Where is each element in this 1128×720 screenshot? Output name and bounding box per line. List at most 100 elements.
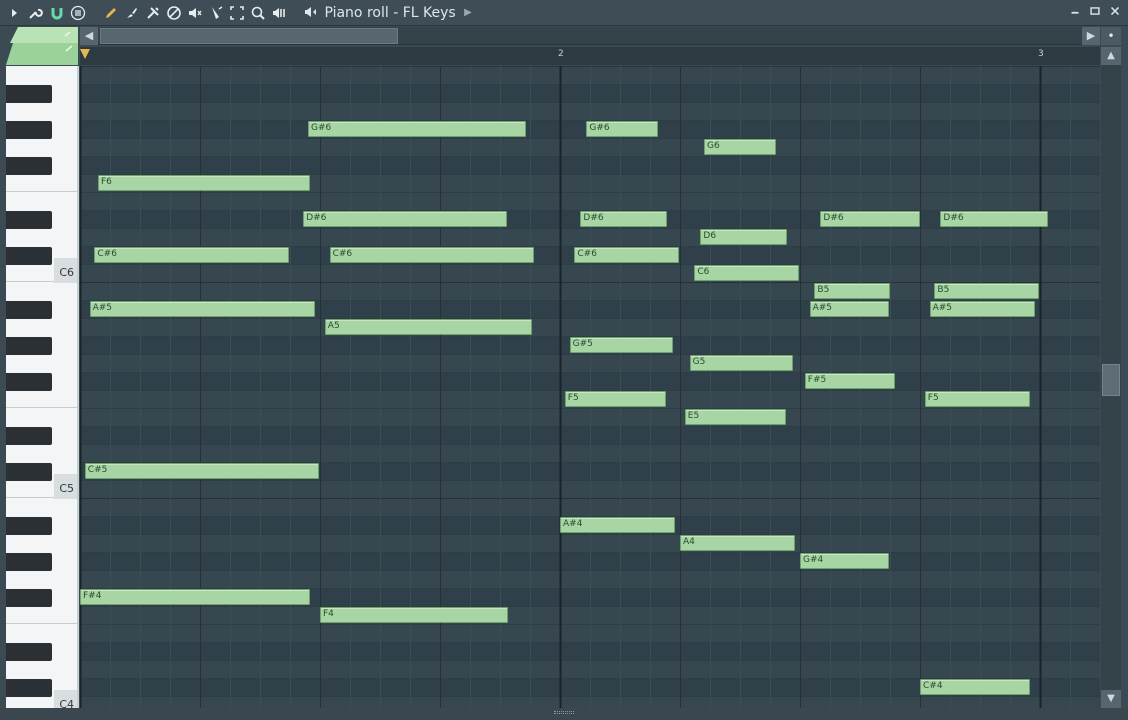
window-right-edge [1122,27,1128,708]
speaker-icon[interactable] [302,4,320,25]
playback-icon[interactable] [270,4,288,22]
horizontal-scrollbar[interactable]: ◀ ▶ [80,27,1100,45]
bottom-resize-bar[interactable] [0,708,1128,720]
note[interactable]: G#6 [586,121,659,137]
vertical-scrollbar[interactable]: ▲ ▼ [1101,47,1121,708]
black-key[interactable] [6,121,52,139]
black-key[interactable] [6,157,52,175]
black-key[interactable] [6,301,52,319]
note[interactable]: D#6 [303,211,508,227]
wrench-icon[interactable] [26,4,44,22]
note-label: G#4 [803,555,824,565]
options-dot-button[interactable]: • [1101,27,1121,45]
black-key[interactable] [6,589,52,607]
play-menu-arrow-icon[interactable] [6,4,24,22]
scroll-down-arrow-icon[interactable]: ▼ [1101,690,1121,708]
note-label: E5 [687,411,700,421]
note[interactable]: F#5 [804,373,895,389]
black-key[interactable] [6,517,52,535]
note[interactable]: A#5 [809,301,889,317]
note-label: C#6 [332,249,353,259]
note[interactable]: F4 [320,607,509,623]
menu-lines-icon[interactable] [69,4,87,22]
octave-label: C5 [59,482,74,495]
note[interactable]: G6 [704,139,776,155]
note[interactable]: D#6 [580,211,667,227]
note[interactable]: G#5 [569,337,673,353]
mute-tool-icon[interactable] [165,4,183,22]
bar-number-3: 3 [1038,49,1044,59]
note[interactable]: B5 [934,283,1039,299]
note[interactable]: C#6 [574,247,679,263]
note[interactable]: F#4 [80,589,311,605]
magnet-icon[interactable] [48,4,66,22]
note-label: A#5 [932,303,953,313]
timeline-ruler[interactable]: 2 3 [80,47,1100,65]
note-label: C6 [697,267,710,277]
note[interactable]: C6 [694,265,799,281]
black-key[interactable] [6,247,52,265]
note[interactable]: D#6 [820,211,920,227]
note[interactable]: F5 [924,391,1031,407]
note-label: F5 [567,393,579,403]
scroll-left-arrow-icon[interactable]: ◀ [80,27,98,45]
piano-roll-corner-logo[interactable] [6,27,78,65]
note[interactable]: C#6 [94,247,289,263]
note-label: C#5 [87,465,108,475]
key-separator [6,623,77,624]
black-key[interactable] [6,337,52,355]
note-label: G5 [692,357,706,367]
note[interactable]: F6 [98,175,311,191]
note[interactable]: B5 [814,283,890,299]
window-title[interactable]: Piano roll - FL Keys ▶ [302,4,472,22]
black-key[interactable] [6,211,52,229]
note[interactable]: G#6 [308,121,527,137]
note-label: D6 [703,231,717,241]
select-tool-icon[interactable] [228,4,246,22]
resize-grip-icon[interactable] [554,711,574,714]
maximize-button[interactable] [1086,4,1104,22]
note-grid[interactable]: G#6 G#6 G6 F6 D#6 D#6 D#6 D#6 D6 C#6 C#6 C#6 C6 B5 B5 A… [80,66,1100,708]
close-button[interactable] [1106,4,1124,22]
black-key[interactable] [6,643,52,661]
black-key[interactable] [6,85,52,103]
scroll-right-arrow-icon[interactable]: ▶ [1082,27,1100,45]
note[interactable]: A#5 [929,301,1036,317]
note[interactable]: G5 [689,355,793,371]
note-label: A4 [683,537,695,547]
note-label: C#6 [577,249,597,259]
note[interactable]: A5 [324,319,533,335]
note[interactable]: A#5 [89,301,316,317]
black-key[interactable] [6,553,52,571]
volume-mute-icon[interactable] [186,4,204,22]
note[interactable]: G#4 [800,553,889,569]
delete-tool-icon[interactable] [144,4,162,22]
black-key[interactable] [6,427,52,445]
black-key[interactable] [6,373,52,391]
black-key[interactable] [6,463,52,481]
note[interactable]: C#4 [920,679,1031,695]
minimize-button[interactable] [1066,4,1084,22]
note[interactable]: E5 [684,409,786,425]
window-title-text: Piano roll - FL Keys [324,5,456,21]
horizontal-scroll-thumb[interactable] [100,28,398,44]
note[interactable]: F5 [564,391,666,407]
black-key[interactable] [6,679,52,697]
bar-number-2: 2 [558,49,564,59]
playhead-marker-icon[interactable] [80,49,90,59]
brush-icon[interactable] [123,4,141,22]
pencil-icon[interactable] [102,4,120,22]
title-bar: Piano roll - FL Keys ▶ [0,0,1128,26]
note[interactable]: C#6 [329,247,534,263]
note[interactable]: A4 [680,535,796,551]
slice-tool-icon[interactable] [207,4,225,22]
scroll-up-arrow-icon[interactable]: ▲ [1101,47,1121,65]
note[interactable]: C#5 [84,463,319,479]
note[interactable]: D6 [700,229,787,245]
note[interactable]: A#4 [560,517,676,533]
note[interactable]: D#6 [940,211,1049,227]
vertical-scroll-thumb[interactable] [1102,364,1120,396]
title-arrow-icon[interactable]: ▶ [464,4,472,22]
zoom-icon[interactable] [249,4,267,22]
piano-keyboard[interactable]: C6 C5 C4 [6,66,79,708]
